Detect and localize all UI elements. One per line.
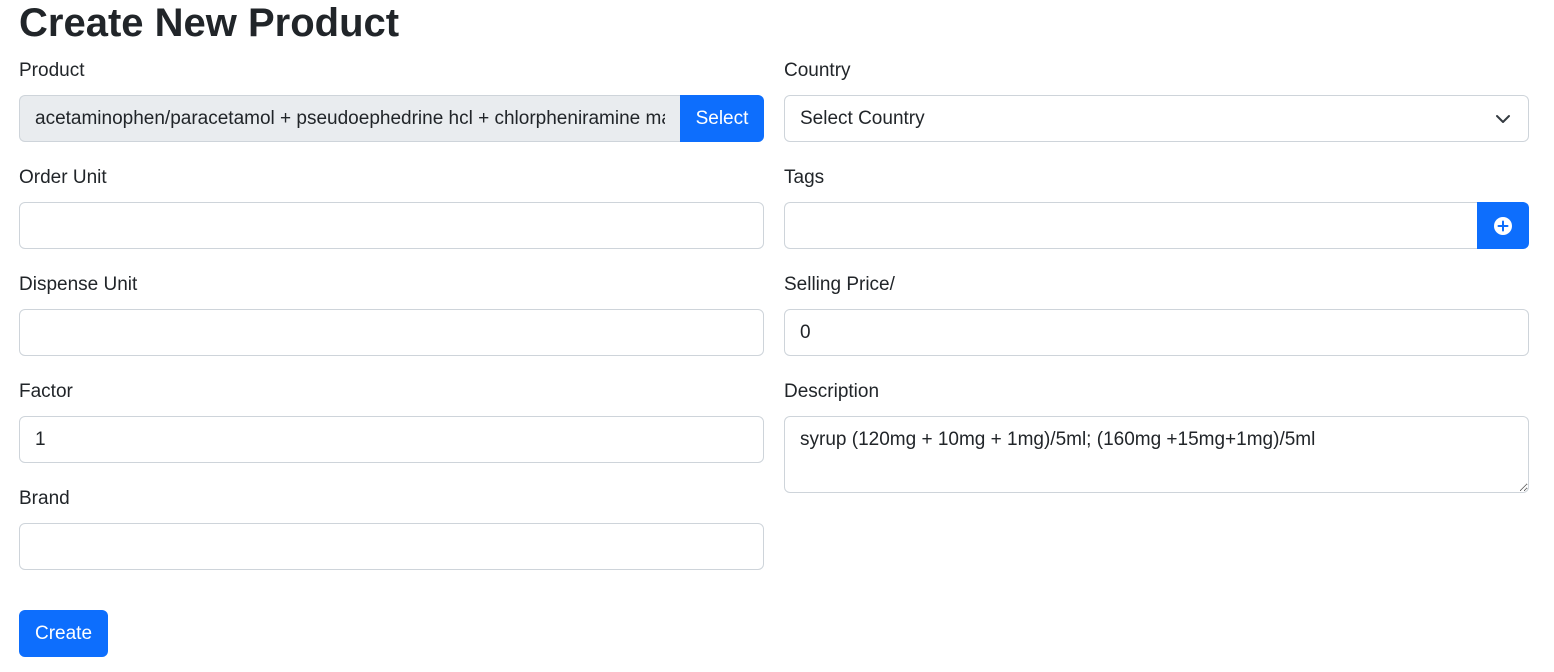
plus-circle-icon xyxy=(1494,216,1512,235)
tags-label: Tags xyxy=(784,167,825,188)
product-select-button[interactable]: Select xyxy=(680,95,764,142)
add-tag-button[interactable] xyxy=(1477,202,1529,249)
country-select-value[interactable]: Select Country xyxy=(784,95,1529,142)
brand-label: Brand xyxy=(19,488,70,509)
tags-input-group xyxy=(784,202,1529,249)
create-button[interactable]: Create xyxy=(19,610,108,657)
factor-field[interactable] xyxy=(19,416,764,463)
factor-label: Factor xyxy=(19,381,73,402)
selling-price-label: Selling Price/ xyxy=(784,274,895,295)
description-label: Description xyxy=(784,381,880,402)
order-unit-label: Order Unit xyxy=(19,167,107,188)
product-label: Product xyxy=(19,60,85,81)
tags-field[interactable] xyxy=(784,202,1477,249)
country-label: Country xyxy=(784,60,851,81)
description-textarea[interactable]: syrup (120mg + 10mg + 1mg)/5ml; (160mg +… xyxy=(784,416,1529,493)
dispense-unit-field[interactable] xyxy=(19,309,764,356)
order-unit-field[interactable] xyxy=(19,202,764,249)
product-field[interactable] xyxy=(19,95,680,142)
dispense-unit-label: Dispense Unit xyxy=(19,274,138,295)
chevron-down-icon xyxy=(1496,115,1510,123)
selling-price-field[interactable] xyxy=(784,309,1529,356)
brand-field[interactable] xyxy=(19,523,764,570)
product-input-group: Select xyxy=(19,95,764,142)
page-title: Create New Product xyxy=(19,1,400,45)
country-select[interactable]: Select Country xyxy=(784,95,1529,142)
